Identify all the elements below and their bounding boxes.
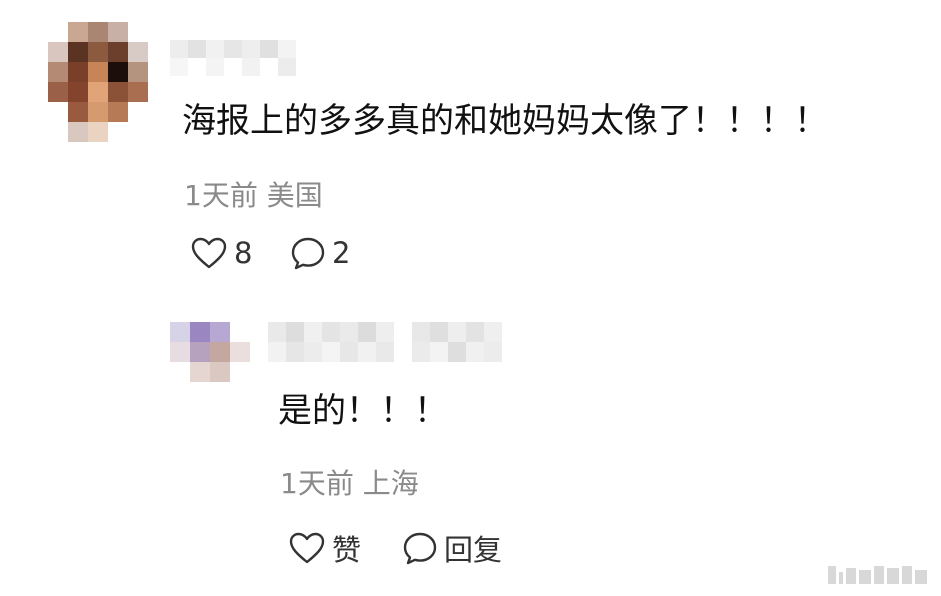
reply-like-button[interactable]: 赞 [288, 527, 361, 569]
heart-outline-icon [288, 531, 326, 565]
comment-text: 海报上的多多真的和她妈妈太像了！！！！ [182, 101, 828, 141]
heart-outline-icon [190, 236, 228, 270]
watermark [828, 566, 927, 584]
replier-name[interactable] [268, 322, 520, 362]
replier-avatar[interactable] [170, 322, 250, 382]
like-count: 8 [234, 236, 253, 270]
reply-time: 1天前 [280, 467, 354, 500]
reply-count: 2 [332, 236, 351, 270]
commenter-avatar[interactable] [48, 22, 148, 142]
speech-bubble-icon [290, 236, 326, 270]
comment-reply-button[interactable]: 2 [290, 236, 350, 270]
reply-reply-button[interactable]: 回复 [402, 527, 502, 569]
reply-text: 是的！！！ [278, 391, 448, 431]
comment-time: 1天前 [184, 179, 258, 212]
comment-location: 美国 [266, 179, 323, 212]
reply-label: 回复 [444, 533, 503, 567]
reply-meta: 1天前 上海 [280, 462, 419, 502]
reply-location: 上海 [362, 467, 419, 500]
speech-bubble-icon [402, 531, 438, 565]
comment-like-button[interactable]: 8 [190, 236, 252, 270]
comment-meta: 1天前 美国 [184, 174, 323, 214]
like-label: 赞 [332, 533, 362, 567]
commenter-name[interactable] [170, 40, 314, 76]
